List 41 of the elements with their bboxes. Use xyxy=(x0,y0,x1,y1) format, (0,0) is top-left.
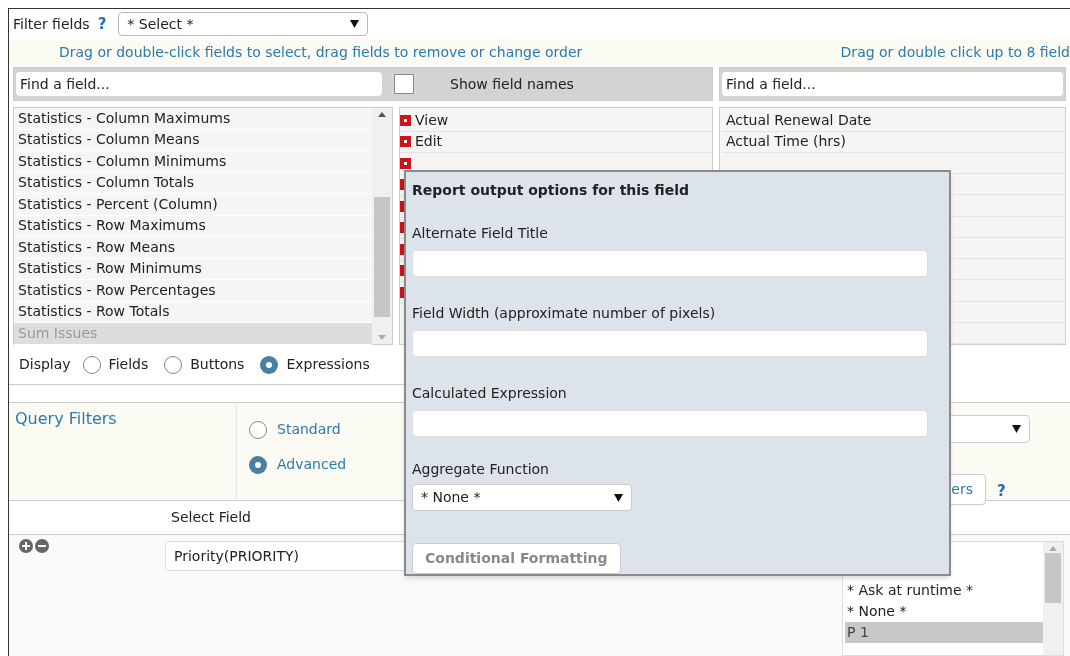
filter-fields-select[interactable]: * Select * xyxy=(118,12,369,36)
value-list-item[interactable]: * Ask at runtime * xyxy=(845,580,1043,601)
field-list-item[interactable]: Statistics - Row Means xyxy=(14,237,372,259)
field-list-item[interactable]: Statistics - Percent (Column) xyxy=(14,194,372,216)
value-list-item[interactable]: * None * xyxy=(845,601,1043,622)
radio-label: Standard xyxy=(277,420,341,439)
query-filters-title: Query Filters xyxy=(15,409,117,428)
field-label: Alternate Field Title xyxy=(412,224,549,243)
find-field-input[interactable]: Find a field... xyxy=(16,72,382,96)
select-value: * Select * xyxy=(127,14,194,34)
field-list-item[interactable]: Statistics - Row Percentages xyxy=(14,280,372,302)
show-field-names-label: Show field names xyxy=(450,74,574,94)
aggregate-function-label: Aggregate Function xyxy=(412,460,550,479)
instruction-text: Drag or double-click fields to select, drag fields to remove or change order xyxy=(59,42,583,62)
selected-field-item[interactable]: View xyxy=(415,109,449,131)
value-list-item[interactable]: P 1 xyxy=(845,622,1043,643)
field-list-item[interactable]: Statistics - Row Minimums xyxy=(14,258,372,280)
field-list-item[interactable]: Statistics - Column Means xyxy=(14,129,372,151)
display-label: Display xyxy=(19,355,71,374)
aggregate-function-select[interactable]: * None * xyxy=(412,484,632,512)
instruction-text: Drag or double click up to 8 field xyxy=(840,42,1070,62)
field-list-item[interactable]: Statistics - Row Totals xyxy=(14,301,372,323)
field-list-item[interactable]: Statistics - Row Maximums xyxy=(14,215,372,237)
radio-label: Fields xyxy=(108,355,149,374)
selected-field-item[interactable]: Edit xyxy=(415,131,443,153)
find-field-input[interactable]: Find a field... xyxy=(722,72,1063,96)
radio-label: Expressions xyxy=(286,355,370,374)
field-label: Calculated Expression xyxy=(412,384,568,403)
help-icon[interactable]: ? xyxy=(997,480,1006,503)
field-list-item[interactable]: Statistics - Column Totals xyxy=(14,172,372,194)
radio-label: Buttons xyxy=(190,355,245,374)
help-icon[interactable]: ? xyxy=(97,12,107,36)
field-list-item[interactable]: Statistics - Column Maximums xyxy=(14,108,372,130)
filter-fields-label: Filter fields xyxy=(13,14,90,34)
field-list-item[interactable]: Statistics - Column Minimums xyxy=(14,151,372,173)
select-value: * None * xyxy=(421,488,481,508)
radio-label: Advanced xyxy=(277,455,347,474)
field-label: Field Width (approximate number of pixels) xyxy=(412,304,717,323)
popup-title: Report output options for this field xyxy=(412,181,690,200)
conditional-formatting-button[interactable]: Conditional Formatting xyxy=(412,543,621,574)
column-header: Select Field xyxy=(171,508,251,527)
